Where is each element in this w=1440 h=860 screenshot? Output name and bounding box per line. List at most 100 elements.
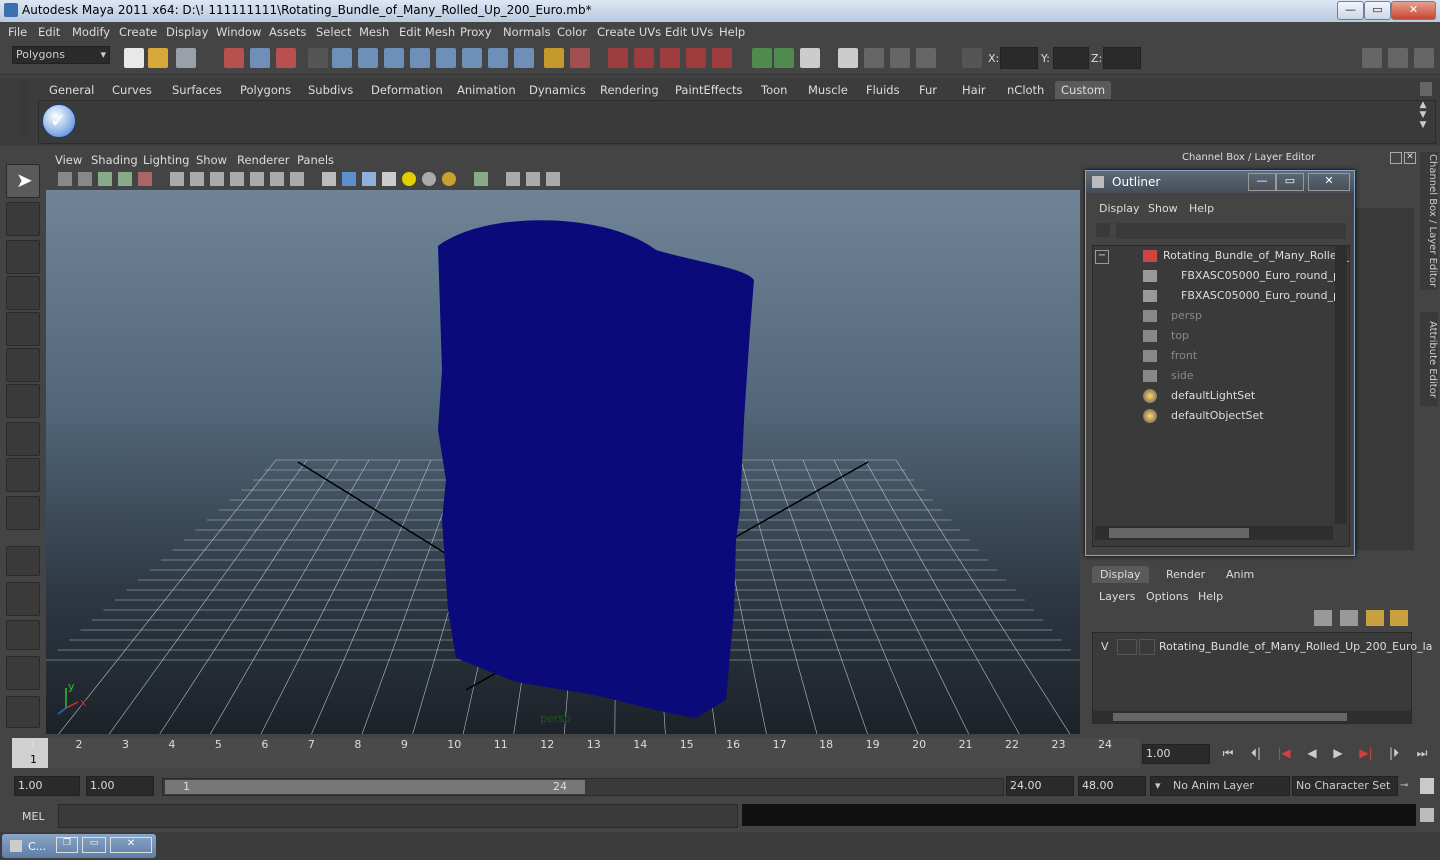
xray-icon[interactable] bbox=[506, 172, 520, 186]
animation-start-field[interactable]: 1.00 bbox=[14, 776, 80, 796]
menu-proxy[interactable]: Proxy bbox=[460, 25, 492, 39]
minimize-button[interactable]: — bbox=[1337, 1, 1364, 20]
layer-row[interactable]: V Rotating_Bundle_of_Many_Rolled_Up_200_… bbox=[1093, 637, 1432, 657]
output-connections-icon[interactable] bbox=[774, 48, 794, 68]
shelf-tab-fluids[interactable]: Fluids bbox=[860, 81, 906, 99]
maximize-button[interactable]: ▭ bbox=[1364, 1, 1391, 20]
safe-action-icon[interactable] bbox=[270, 172, 284, 186]
outliner-item[interactable]: FBXASC05000_Euro_round_pa bbox=[1143, 286, 1347, 306]
perspective-viewport[interactable]: persp y x bbox=[46, 190, 1080, 734]
last-tool-icon[interactable] bbox=[6, 496, 40, 530]
shelf-scroll[interactable]: ▲ ▼ ▼ bbox=[1416, 100, 1430, 142]
use-all-lights-icon[interactable] bbox=[422, 172, 436, 186]
playback-start-field[interactable]: 1.00 bbox=[86, 776, 154, 796]
move-layer-down-icon[interactable] bbox=[1340, 610, 1358, 626]
show-manipulator-icon[interactable] bbox=[6, 458, 40, 492]
grid-toggle-icon[interactable] bbox=[170, 172, 184, 186]
curve-mask-icon[interactable] bbox=[384, 48, 404, 68]
outliner-item[interactable]: top bbox=[1143, 326, 1189, 346]
resolution-gate-icon[interactable] bbox=[210, 172, 224, 186]
use-default-lights-icon[interactable] bbox=[402, 172, 416, 186]
step-forward-frame-button[interactable]: |⏵ bbox=[1384, 746, 1404, 764]
hypershade-layout-icon[interactable] bbox=[6, 696, 40, 728]
wireframe-icon[interactable] bbox=[322, 172, 336, 186]
playback-end-field[interactable]: 24.00 bbox=[1006, 776, 1074, 796]
select-tool-icon[interactable]: ➤ bbox=[6, 164, 40, 198]
snap-live-surface-icon[interactable] bbox=[712, 48, 732, 68]
shelf-tab-polygons[interactable]: Polygons bbox=[234, 81, 297, 99]
select-by-object-icon[interactable] bbox=[250, 48, 270, 68]
outliner-item[interactable]: persp bbox=[1143, 306, 1202, 326]
persp-outliner-layout-icon[interactable] bbox=[6, 620, 40, 650]
move-layer-up-icon[interactable] bbox=[1314, 610, 1332, 626]
highlight-selection-icon[interactable] bbox=[570, 48, 590, 68]
time-slider[interactable]: 1 1 2 3 4 5 6 7 8 9 10 11 12 13 14 15 16 17 18 19 20 21 22 23 2… bbox=[0, 736, 1440, 770]
go-to-end-button[interactable]: ⏭ bbox=[1412, 746, 1432, 764]
shelf-tab-muscle[interactable]: Muscle bbox=[802, 81, 854, 99]
layer-visibility-toggle[interactable]: V bbox=[1101, 640, 1109, 653]
trash-icon[interactable] bbox=[1420, 82, 1432, 96]
snap-grid-icon[interactable] bbox=[608, 48, 628, 68]
shelf-tab-deformation[interactable]: Deformation bbox=[365, 81, 449, 99]
save-scene-icon[interactable] bbox=[176, 48, 196, 68]
show-tool-settings-icon[interactable] bbox=[1388, 48, 1408, 68]
snap-point-icon[interactable] bbox=[660, 48, 680, 68]
menu-edit-mesh[interactable]: Edit Mesh bbox=[399, 25, 455, 39]
transform-input-mode-icon[interactable] bbox=[962, 48, 982, 68]
bookmarks-icon[interactable] bbox=[98, 172, 112, 186]
outliner-scroll-thumb[interactable] bbox=[1109, 528, 1249, 538]
step-back-frame-button[interactable]: ⏴| bbox=[1246, 746, 1266, 764]
filter-icon[interactable] bbox=[1096, 223, 1110, 237]
soft-modification-icon[interactable] bbox=[6, 422, 40, 456]
layer-tab-render[interactable]: Render bbox=[1158, 566, 1213, 583]
outliner-item[interactable]: side bbox=[1143, 366, 1194, 386]
auto-key-icon[interactable]: ⊸ bbox=[1400, 780, 1414, 792]
animation-preferences-icon[interactable] bbox=[1420, 778, 1434, 794]
joint-mask-icon[interactable] bbox=[358, 48, 378, 68]
go-to-start-button[interactable]: ⏮ bbox=[1218, 746, 1238, 764]
shelf-tab-rendering[interactable]: Rendering bbox=[594, 81, 665, 99]
restore-icon[interactable]: ❐ bbox=[56, 837, 78, 853]
menu-edit[interactable]: Edit bbox=[38, 25, 60, 39]
render-current-frame-icon[interactable] bbox=[864, 48, 884, 68]
outliner-item[interactable]: Rotating_Bundle_of_Many_Rolled_ bbox=[1143, 246, 1349, 266]
menu-display[interactable]: Display bbox=[166, 25, 208, 39]
menu-window[interactable]: Window bbox=[216, 25, 261, 39]
shelf-tab-hair[interactable]: Hair bbox=[956, 81, 992, 99]
outliner-item[interactable]: defaultObjectSet bbox=[1143, 406, 1264, 426]
animation-end-field[interactable]: 48.00 bbox=[1078, 776, 1146, 796]
menu-select[interactable]: Select bbox=[316, 25, 351, 39]
z-field[interactable] bbox=[1103, 47, 1141, 69]
single-perspective-layout-icon[interactable] bbox=[6, 546, 40, 576]
input-connections-icon[interactable] bbox=[752, 48, 772, 68]
viewport-menu-renderer[interactable]: Renderer bbox=[237, 153, 290, 167]
menu-assets[interactable]: Assets bbox=[269, 25, 306, 39]
maximize-icon[interactable]: ▭ bbox=[82, 837, 106, 853]
shelf-tab-toon[interactable]: Toon bbox=[755, 81, 793, 99]
command-input[interactable] bbox=[58, 804, 738, 828]
character-set-selector[interactable]: No Character Set bbox=[1292, 776, 1398, 796]
shelf-tab-general[interactable]: General bbox=[43, 81, 100, 99]
open-scene-icon[interactable] bbox=[148, 48, 168, 68]
collapse-icon[interactable]: − bbox=[1095, 250, 1109, 264]
new-layer-icon[interactable] bbox=[1366, 610, 1384, 626]
shelf-tab-surfaces[interactable]: Surfaces bbox=[166, 81, 228, 99]
layer-color-swatch[interactable] bbox=[1139, 639, 1155, 655]
range-track[interactable]: 1 24 bbox=[162, 778, 1004, 796]
shelf-tab-ncloth[interactable]: nCloth bbox=[1001, 81, 1050, 99]
lasso-tool-icon[interactable] bbox=[6, 202, 40, 236]
viewport-menu-shading[interactable]: Shading bbox=[91, 153, 138, 167]
step-back-key-button[interactable]: |◀ bbox=[1274, 746, 1294, 764]
menu-help[interactable]: Help bbox=[719, 25, 745, 39]
menu-color[interactable]: Color bbox=[557, 25, 587, 39]
render-view-icon[interactable] bbox=[838, 48, 858, 68]
handle-mask-icon[interactable] bbox=[332, 48, 352, 68]
shadows-icon[interactable] bbox=[442, 172, 456, 186]
mode-selector[interactable]: Polygons ▾ bbox=[12, 46, 110, 64]
outliner-minimize-button[interactable]: — bbox=[1248, 173, 1276, 191]
layer-tab-anim[interactable]: Anim bbox=[1218, 566, 1262, 583]
camera-attributes-icon[interactable] bbox=[78, 172, 92, 186]
minimized-window[interactable]: C... ❐ ▭ ✕ bbox=[2, 834, 156, 858]
xray-joints-icon[interactable] bbox=[526, 172, 540, 186]
layer-scroll-thumb[interactable] bbox=[1113, 713, 1347, 721]
